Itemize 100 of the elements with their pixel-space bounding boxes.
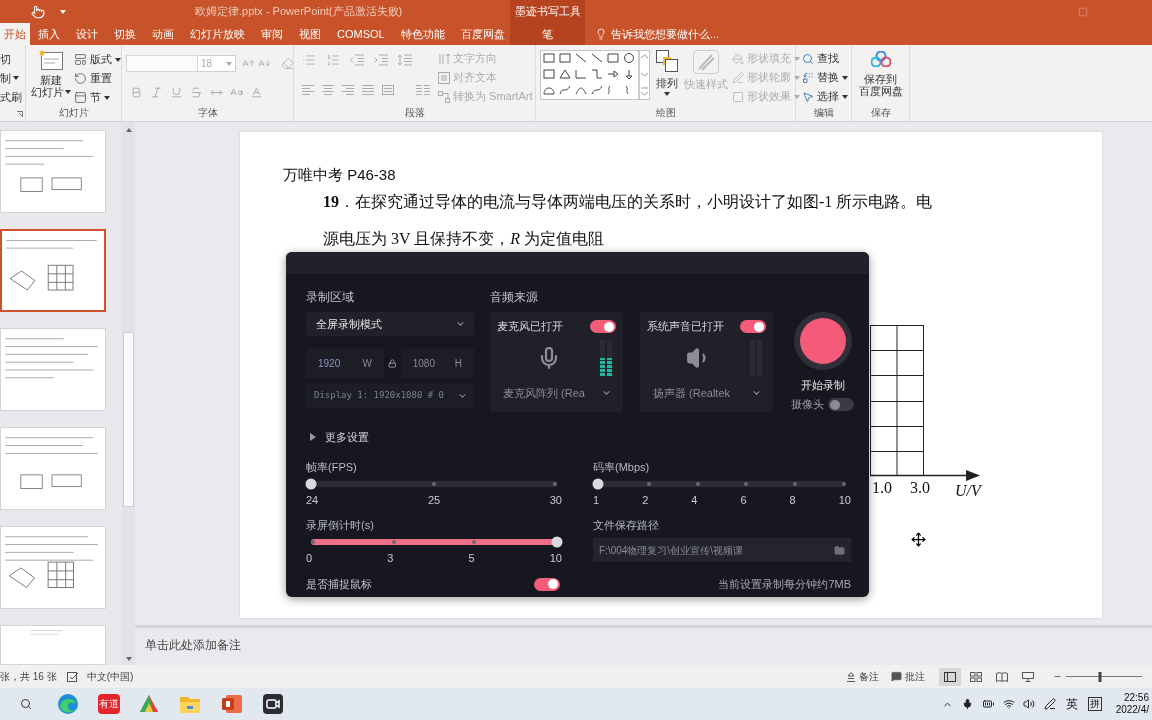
ribbon-tab[interactable]: 设计 <box>68 23 106 45</box>
speaker-icon[interactable] <box>1022 698 1035 710</box>
camera-app-icon[interactable] <box>263 694 283 714</box>
ribbon-command[interactable]: 选择 <box>802 89 848 104</box>
comments-button[interactable]: 批注 <box>891 669 925 684</box>
layout-icon <box>74 53 87 66</box>
slide-thumbnail[interactable] <box>0 229 106 312</box>
pen-icon <box>732 71 744 84</box>
justify-icon[interactable] <box>362 85 374 95</box>
arrange-button[interactable]: 排列 <box>656 45 678 105</box>
ribbon-command[interactable]: 节 <box>74 90 110 105</box>
ribbon-tab[interactable]: 幻灯片放映 <box>182 23 253 45</box>
ribbon-command[interactable]: 重置 <box>74 71 112 86</box>
check-box-icon[interactable] <box>66 671 79 682</box>
width-field[interactable]: 1920 W <box>306 348 385 378</box>
columns-icon[interactable] <box>416 85 430 95</box>
folder-icon[interactable] <box>180 695 200 713</box>
ribbon-tab[interactable]: COMSOL <box>329 23 393 45</box>
pen-icon[interactable] <box>1043 698 1056 710</box>
align-right-icon[interactable] <box>342 85 354 95</box>
slider-tick-label: 3 <box>387 551 394 565</box>
ribbon-tab[interactable]: 百度网盘 <box>452 23 513 45</box>
device-dropdown[interactable]: 麦克风阵列 (Rea <box>497 385 616 402</box>
line-spacing-icon[interactable] <box>398 54 412 66</box>
normal-view-icon <box>944 671 956 682</box>
zoom-slider-thumb[interactable] <box>1098 671 1102 682</box>
slider-tick-label: 4 <box>691 493 698 507</box>
ribbon-command[interactable]: 制 <box>0 71 19 85</box>
ribbon-command[interactable]: 式刷 <box>0 90 22 104</box>
tell-me-search[interactable]: 告诉我您想要做什么... <box>595 25 720 43</box>
scroll-up-arrow-icon[interactable] <box>125 128 132 132</box>
align-left-icon[interactable] <box>302 85 314 95</box>
wifi-icon[interactable] <box>1002 698 1015 710</box>
app-tile-button[interactable]: 有道 <box>98 694 120 714</box>
scrollbar-thumb[interactable] <box>123 332 134 507</box>
font-color-icon[interactable] <box>250 86 263 99</box>
save-to-cloud-button[interactable]: 保存到 百度网盘 <box>852 45 909 105</box>
height-field[interactable]: 1080 H <box>400 348 474 378</box>
ime-indicator[interactable]: 拼 <box>1087 697 1102 711</box>
ribbon-tab[interactable]: 笔 <box>532 23 563 45</box>
ribbon-group-label: 字体 <box>197 106 218 119</box>
path-field[interactable]: F:\004物理复习\创业宣传\视频课 <box>593 538 851 562</box>
presentation-app-icon[interactable] <box>222 694 242 714</box>
slider-tick-label: 25 <box>427 493 441 507</box>
bold-icon[interactable] <box>130 86 143 99</box>
ribbon-command[interactable]: 版式 <box>74 52 121 67</box>
slider-thumb[interactable] <box>592 478 604 490</box>
device-dropdown[interactable]: 扬声器 (Realtek <box>647 385 766 402</box>
capture-mouse-label: 是否捕捉鼠标 <box>306 577 372 591</box>
question-text: 源电压为 3V 且保持不变，R 为定值电阻 <box>323 230 605 248</box>
ribbon-tab[interactable]: 插入 <box>30 23 68 45</box>
ribbon-tab[interactable]: 切换 <box>106 23 144 45</box>
triangle-logo-icon[interactable] <box>139 694 159 714</box>
ribbon-tab[interactable]: 特色功能 <box>392 23 453 45</box>
increase-indent-icon[interactable] <box>374 54 388 66</box>
language-label: 中文(中国) <box>86 670 134 684</box>
folder-icon[interactable] <box>834 544 845 556</box>
notes-field[interactable]: 单击此处添加备注 <box>145 636 745 654</box>
toggle-switch[interactable] <box>534 577 560 591</box>
distributed-icon[interactable] <box>382 85 394 95</box>
slider-label: 录屏倒计时(s) <box>306 518 374 532</box>
align-text-icon <box>438 71 450 84</box>
toggle-switch[interactable] <box>590 320 616 333</box>
axis-tick-label: 1.0 <box>872 479 892 497</box>
ribbon-command[interactable]: 替换 <box>802 70 848 85</box>
more-settings-toggle[interactable]: 更多设置 <box>310 430 369 444</box>
align-center-icon[interactable] <box>322 85 334 95</box>
three-rings-logo-icon <box>870 51 891 67</box>
ribbon-tab[interactable]: 开始 <box>0 23 30 45</box>
ribbon-tab[interactable]: 审阅 <box>253 23 291 45</box>
slider-label: 帧率(FPS) <box>306 460 357 474</box>
ribbon-command[interactable]: 查找 <box>802 51 839 66</box>
battery-icon[interactable] <box>981 698 995 710</box>
toggle-switch[interactable] <box>740 320 766 333</box>
display-dropdown[interactable]: Display 1: 1920x1080 # 0 <box>306 384 474 408</box>
underline-icon[interactable] <box>170 86 183 99</box>
ribbon-tab[interactable]: 视图 <box>291 23 329 45</box>
slider-thumb[interactable] <box>551 536 563 548</box>
ribbon-tab[interactable]: 动画 <box>144 23 182 45</box>
caret-icon <box>664 92 670 96</box>
scroll-down-arrow-icon[interactable] <box>125 657 132 661</box>
ribbon-command[interactable]: 切 <box>0 52 11 66</box>
mode-dropdown[interactable]: 全屏录制模式 <box>306 312 474 336</box>
slider-thumb[interactable] <box>305 478 317 490</box>
unit-label: H <box>454 356 462 371</box>
microphone-icon[interactable] <box>961 698 973 710</box>
lock-icon[interactable] <box>388 358 397 368</box>
input-language-indicator[interactable]: 英 <box>1065 695 1078 713</box>
italic-icon[interactable] <box>150 86 163 99</box>
search-icon[interactable] <box>20 698 32 710</box>
toggle-switch[interactable] <box>828 398 854 411</box>
view-button[interactable] <box>939 667 961 686</box>
wave-logo-icon[interactable] <box>58 694 78 714</box>
ribbon-group-label: 保存 <box>870 106 891 119</box>
new-slide-button[interactable]: 新建 幻灯片 <box>30 45 72 105</box>
strikethrough-icon[interactable] <box>190 86 203 99</box>
pointer-hand-icon[interactable] <box>31 4 45 19</box>
decrease-indent-icon[interactable] <box>350 54 364 66</box>
shape-gallery[interactable] <box>540 50 650 100</box>
notes-button[interactable]: 备注 <box>846 669 879 684</box>
